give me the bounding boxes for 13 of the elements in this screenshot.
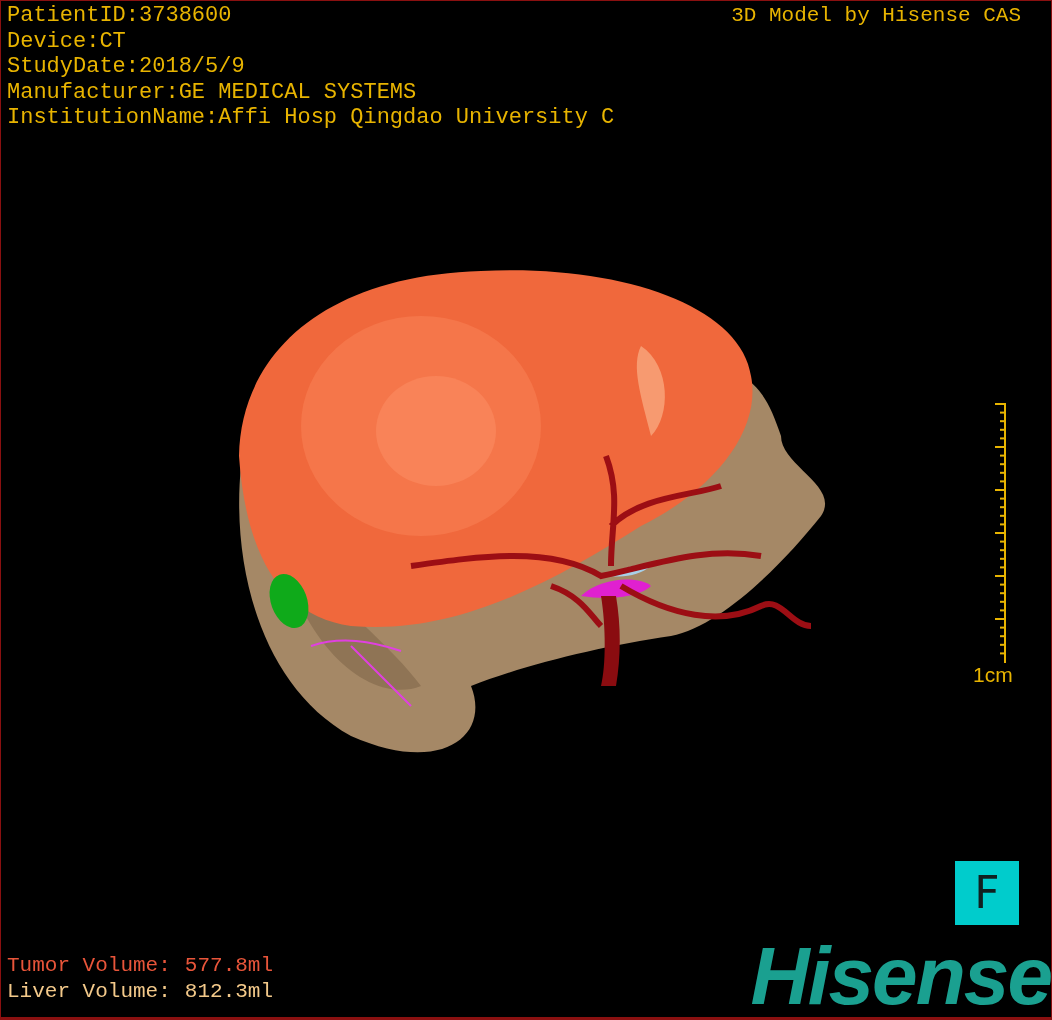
info-text: InstitutionName:Affi Hosp Qingdao University C [7,105,615,131]
volume-label: Tumor Volume: [7,953,171,979]
info-text: StudyDate:2018/5/9 [7,54,246,80]
logo-text: Hisense [750,931,1051,1017]
volume-value: 812.3ml [184,979,274,1005]
volume-value: 577.8ml [184,953,274,979]
orientation-marker[interactable]: F [955,861,1019,925]
volume-label: Liver Volume: [7,979,171,1005]
credit-text: 3D Model by Hisense CAS [731,3,1021,29]
info-text: Device:CT [7,28,127,55]
info-text: Manufacturer:GE MEDICAL SYSTEMS [7,79,418,106]
info-text: PatientID:3738600 [7,3,233,29]
scale-label: 1cm [973,663,1013,687]
